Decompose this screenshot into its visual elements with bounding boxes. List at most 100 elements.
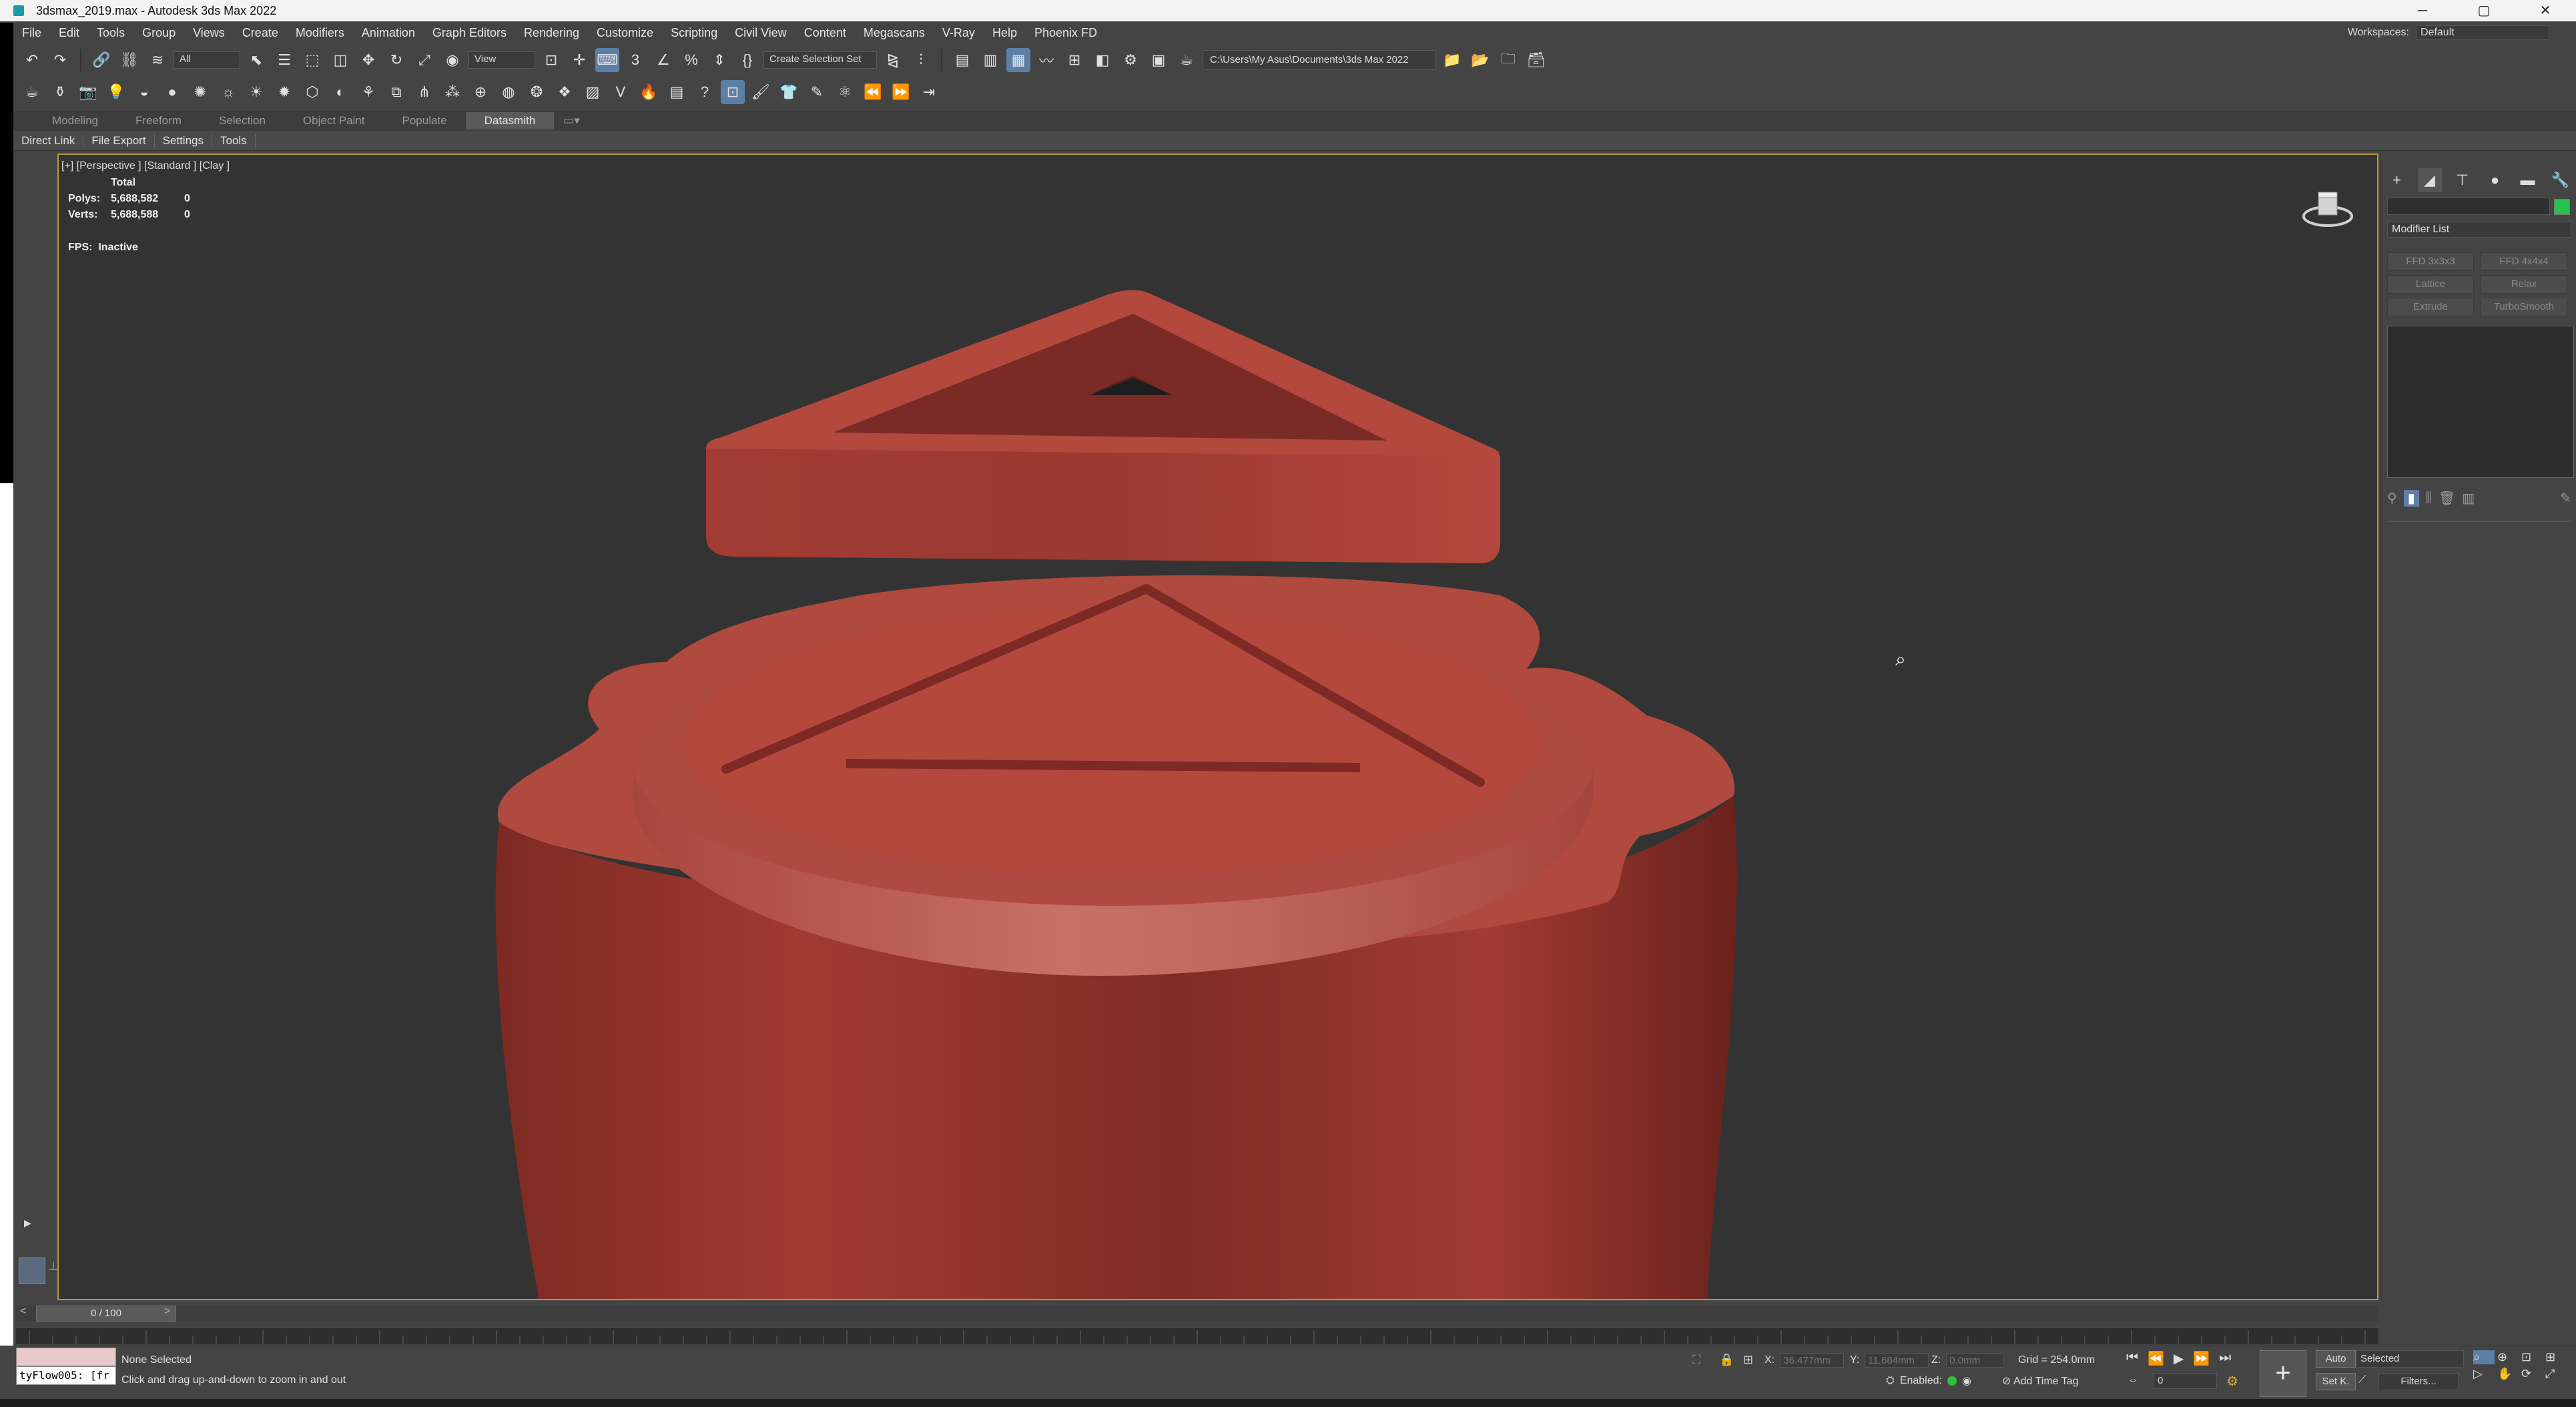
menu-vray[interactable]: V-Ray: [934, 26, 984, 40]
time-config-icon[interactable]: ⚙: [2226, 1373, 2238, 1390]
tab-datasmith[interactable]: Datasmith: [465, 112, 555, 129]
unlink-icon[interactable]: ⛓: [117, 48, 141, 72]
window-crossing-icon[interactable]: ◫: [328, 48, 352, 72]
menu-civil-view[interactable]: Civil View: [726, 26, 795, 40]
extrude-button[interactable]: Extrude: [2387, 298, 2474, 316]
motion-tab-icon[interactable]: ●: [2483, 168, 2507, 192]
menu-graph-editors[interactable]: Graph Editors: [424, 26, 515, 40]
menu-content[interactable]: Content: [795, 26, 855, 40]
perspective-viewport[interactable]: [+] [Perspective ] [Standard ] [Clay ] T…: [57, 154, 2378, 1300]
gpu-sphere-icon[interactable]: ◍: [497, 80, 521, 104]
time-slider[interactable]: < 0 / 100 >: [16, 1306, 2378, 1322]
move-icon[interactable]: ✥: [356, 48, 380, 72]
menu-help[interactable]: Help: [984, 26, 1026, 40]
maximize-viewport-icon[interactable]: ⤢: [2545, 1367, 2567, 1381]
auto-key-button[interactable]: Auto: [2316, 1350, 2356, 1368]
image-icon[interactable]: ⊡: [721, 80, 745, 104]
key-mode-icon[interactable]: ⇔: [2128, 1374, 2138, 1386]
zoom-extents-icon[interactable]: ⊡: [2521, 1350, 2543, 1364]
menu-group[interactable]: Group: [133, 26, 184, 40]
menu-modifiers[interactable]: Modifiers: [287, 26, 353, 40]
scale-icon[interactable]: ⤢: [412, 48, 436, 72]
viewcube-icon[interactable]: [2301, 182, 2354, 235]
save-folder-icon[interactable]: 🗀: [1496, 48, 1520, 72]
align-icon[interactable]: ⫶: [909, 48, 933, 72]
rotate-icon[interactable]: ↻: [384, 48, 408, 72]
configure-sets-icon[interactable]: ▥: [2462, 490, 2475, 507]
camera-icon[interactable]: 📷: [76, 80, 100, 104]
rendered-frame-window-icon[interactable]: ▣: [1147, 48, 1171, 72]
time-slider-thumb[interactable]: 0 / 100: [36, 1306, 176, 1322]
x-field[interactable]: 36.477mm: [1780, 1353, 1845, 1368]
fur-icon[interactable]: ⚘: [356, 80, 380, 104]
select-by-name-icon[interactable]: ☰: [272, 48, 296, 72]
previous-frame-icon[interactable]: ⏪: [2148, 1350, 2164, 1367]
multi-sphere-icon[interactable]: ❂: [525, 80, 549, 104]
menu-customize[interactable]: Customize: [588, 26, 662, 40]
vray-logo-icon[interactable]: V: [609, 80, 633, 104]
hierarchy-tab-icon[interactable]: ⊤: [2451, 168, 2475, 192]
enabled-toggle-icon[interactable]: ◉: [1962, 1374, 1971, 1388]
enabled-indicator[interactable]: [1947, 1376, 1957, 1386]
current-frame-field[interactable]: 0: [2153, 1373, 2217, 1389]
pin-stack-icon[interactable]: ⚲: [2387, 490, 2397, 507]
set-key-button[interactable]: Set K.: [2316, 1373, 2356, 1390]
proxy-icon[interactable]: ⬡: [300, 80, 324, 104]
workspace-dropdown[interactable]: Default: [2416, 25, 2549, 40]
ies-light-icon[interactable]: ✺: [188, 80, 212, 104]
project-folder-icon[interactable]: 📁: [1440, 48, 1464, 72]
play-icon[interactable]: ▶: [2174, 1350, 2184, 1367]
menu-views[interactable]: Views: [184, 26, 234, 40]
subtab-settings[interactable]: Settings: [155, 133, 212, 148]
go-to-start-icon[interactable]: ⏮: [2126, 1350, 2138, 1367]
expand-arrow-icon[interactable]: ▶: [24, 1217, 31, 1229]
tab-populate[interactable]: Populate: [384, 112, 466, 129]
ref-coord-dropdown[interactable]: View: [468, 51, 535, 69]
viewport-layout-icon[interactable]: [19, 1257, 45, 1284]
add-time-tag[interactable]: ⊘ Add Time Tag: [2002, 1374, 2079, 1388]
track-bar[interactable]: [16, 1327, 2378, 1344]
ribbon-toggle-icon[interactable]: ▦: [1006, 48, 1030, 72]
menu-phoenix-fd[interactable]: Phoenix FD: [1026, 26, 1106, 40]
sky-icon[interactable]: ✹: [272, 80, 296, 104]
link-icon[interactable]: 🔗: [89, 48, 113, 72]
layers-icon[interactable]: ❖: [553, 80, 577, 104]
menu-edit[interactable]: Edit: [50, 26, 88, 40]
zoom-all-icon[interactable]: ⊕: [2497, 1350, 2519, 1364]
isolate-selection-icon[interactable]: ⛶: [1692, 1353, 1701, 1367]
selection-filter-dropdown[interactable]: All: [174, 51, 240, 69]
script-icon[interactable]: ▤: [665, 80, 689, 104]
brush-icon[interactable]: ✎: [805, 80, 829, 104]
tshirt-icon[interactable]: 👕: [777, 80, 801, 104]
open-folder-icon[interactable]: 📂: [1468, 48, 1492, 72]
paint-icon[interactable]: 🖌: [749, 80, 773, 104]
close-button[interactable]: ✕: [2515, 0, 2576, 21]
relax-button[interactable]: Relax: [2481, 275, 2567, 294]
archive-folder-icon[interactable]: 🗃: [1524, 48, 1548, 72]
z-field[interactable]: 0.0mm: [1946, 1353, 2004, 1368]
vray-teapot-icon[interactable]: ⚱: [48, 80, 72, 104]
modify-tab-icon[interactable]: ◢: [2417, 168, 2442, 192]
sphere-light-icon[interactable]: ●: [160, 80, 184, 104]
lock-selection-icon[interactable]: 🔒: [1719, 1353, 1734, 1367]
grass-icon[interactable]: ⋔: [412, 80, 436, 104]
material-sphere-icon[interactable]: ◐: [328, 80, 352, 104]
key-filter-selected-dropdown[interactable]: Selected: [2356, 1350, 2464, 1368]
tab-selection[interactable]: Selection: [200, 112, 284, 129]
modifier-stack[interactable]: [2387, 326, 2574, 478]
modifier-list-dropdown[interactable]: Modifier List: [2387, 222, 2571, 238]
render-production-icon[interactable]: ☕: [1175, 48, 1199, 72]
minimize-button[interactable]: ─: [2392, 0, 2453, 21]
maxscript-mini-listener[interactable]: tyFlow005: [fr: [16, 1366, 116, 1385]
remove-modifier-icon[interactable]: 🗑: [2439, 490, 2455, 507]
object-color-swatch[interactable]: [2554, 199, 2570, 215]
menu-tools[interactable]: Tools: [88, 26, 133, 40]
zoom-icon[interactable]: ⌕: [2473, 1350, 2495, 1364]
rect-selection-icon[interactable]: ⬚: [300, 48, 324, 72]
pivot-center-icon[interactable]: ⊡: [539, 48, 563, 72]
curve-editor-icon[interactable]: 〰: [1034, 48, 1058, 72]
globe-icon[interactable]: ⊕: [468, 80, 493, 104]
ambient-light-icon[interactable]: ☼: [216, 80, 240, 104]
tab-freeform[interactable]: Freeform: [117, 112, 200, 129]
turbosmooth-button[interactable]: TurboSmooth: [2481, 298, 2567, 316]
